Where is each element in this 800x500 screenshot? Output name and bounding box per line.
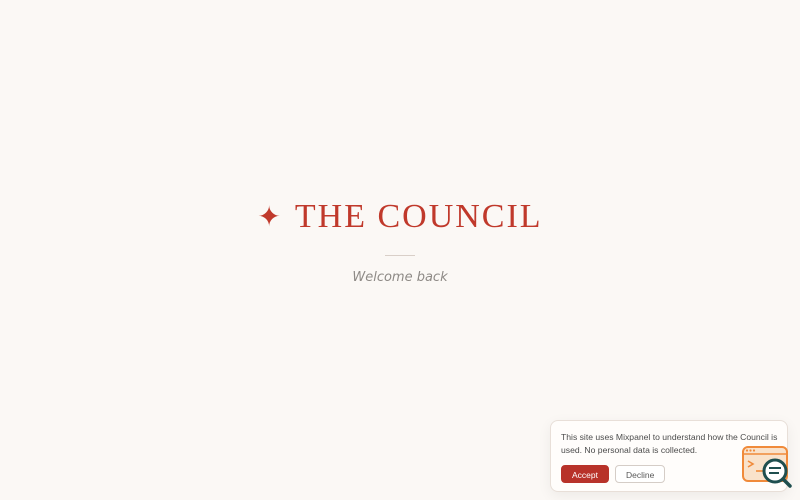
title-divider (385, 255, 415, 256)
four-point-star-icon: ✦ (257, 200, 281, 233)
search-chat-icon-graphic (742, 446, 792, 488)
login-splash: ✦ THE COUNCIL Welcome back This site use… (0, 0, 800, 500)
search-chat-icon[interactable] (742, 444, 792, 492)
brand-logo: ✦ THE COUNCIL (0, 200, 800, 234)
decline-button[interactable]: Decline (615, 465, 666, 483)
app-title: THE COUNCIL (294, 198, 543, 235)
accept-button[interactable]: Accept (561, 465, 609, 483)
welcome-message: Welcome back (352, 270, 448, 285)
